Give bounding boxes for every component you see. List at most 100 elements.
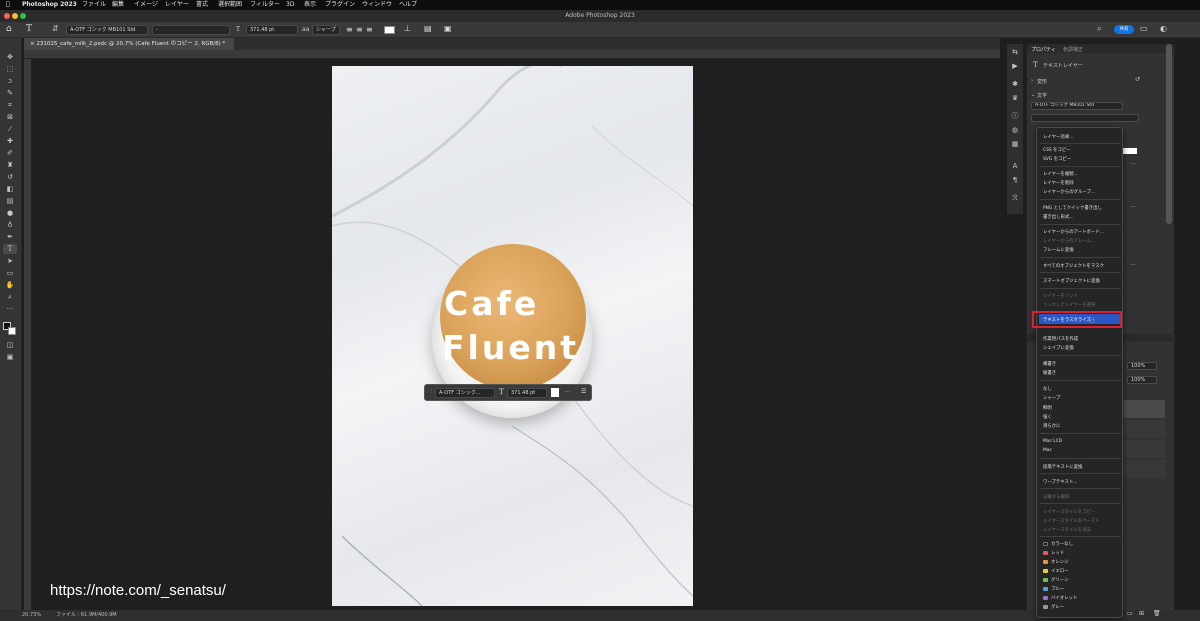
- menu-help[interactable]: ヘルプ: [399, 0, 417, 10]
- menu-select[interactable]: 選択範囲: [218, 0, 242, 10]
- menu-item-color-green[interactable]: グリーン: [1051, 577, 1068, 583]
- home-icon[interactable]: ⌂: [6, 24, 12, 34]
- app-menu[interactable]: Photoshop 2023: [22, 0, 77, 10]
- canvas[interactable]: Cafe Fluent: [332, 66, 693, 606]
- dodge-tool-icon[interactable]: ♁: [3, 220, 17, 230]
- menu-view[interactable]: 表示: [304, 0, 316, 10]
- quick-select-tool-icon[interactable]: ✎: [3, 88, 17, 98]
- paragraph-more-icon[interactable]: ···: [1131, 204, 1136, 210]
- marquee-tool-icon[interactable]: ⬚: [3, 64, 17, 74]
- gradient-tool-icon[interactable]: ▤: [3, 196, 17, 206]
- menu-item-export-as[interactable]: 書き出し形式...: [1043, 214, 1074, 220]
- menu-item-quick-export-png[interactable]: PNG としてクイック書き出し: [1043, 205, 1102, 211]
- quick-mask-icon[interactable]: ◫: [3, 340, 17, 350]
- antialias-select[interactable]: シャープ: [312, 25, 340, 35]
- character-more-icon[interactable]: ···: [1131, 161, 1136, 167]
- orientation-toggle-icon[interactable]: ⇵: [52, 24, 59, 33]
- menu-item-mask-all-objects[interactable]: すべてのオブジェクトをマスク: [1043, 263, 1104, 269]
- user-icon[interactable]: ◐: [1160, 24, 1167, 33]
- stamp-tool-icon[interactable]: ♜: [3, 160, 17, 170]
- layer-fill-field[interactable]: 100%: [1127, 376, 1157, 384]
- menu-item-aa-smooth[interactable]: 滑らかに: [1043, 423, 1061, 429]
- selected-layer-row[interactable]: [1121, 400, 1165, 418]
- search-icon[interactable]: ⌕: [1097, 24, 1101, 34]
- color-panel-icon[interactable]: ◍: [1010, 126, 1020, 135]
- menu-item-color-yellow[interactable]: イエロー: [1051, 568, 1069, 574]
- menu-item-group-from-layers[interactable]: レイヤーからのグループ...: [1043, 189, 1095, 195]
- menu-item-artboard-from-layers[interactable]: レイヤーからのアートボード...: [1043, 229, 1104, 235]
- menu-item-duplicate-layer[interactable]: レイヤーを複製...: [1043, 171, 1078, 177]
- menu-window[interactable]: ウィンドウ: [362, 0, 392, 10]
- menu-image[interactable]: イメージ: [134, 0, 158, 10]
- font-family-select[interactable]: A-OTF ゴシック MB101 Std: [66, 25, 148, 35]
- move-tool-icon[interactable]: ✥: [3, 52, 17, 62]
- menu-item-color-orange[interactable]: オレンジ: [1051, 559, 1069, 565]
- menu-filter[interactable]: フィルター: [250, 0, 280, 10]
- menu-item-convert-paragraph-text[interactable]: 段落テキストに変換: [1043, 464, 1082, 470]
- trash-icon[interactable]: 🗑: [1153, 610, 1161, 617]
- new-layer-icon[interactable]: ⊞: [1139, 610, 1144, 617]
- menu-item-color-violet[interactable]: バイオレット: [1051, 595, 1077, 601]
- hand-tool-icon[interactable]: ✋: [3, 280, 17, 290]
- floatbar-size-field[interactable]: 371.48 pt: [507, 388, 547, 398]
- menu-item-aa-strong[interactable]: 強く: [1043, 414, 1052, 420]
- document-tab[interactable]: × 231025_cafe_milk_2.psdc @ 20.7% (Cafe …: [24, 38, 234, 50]
- menu-item-horizontal[interactable]: 横書き: [1043, 361, 1056, 367]
- character-panel-icon[interactable]: ▤: [424, 24, 432, 33]
- menu-item-color-blue[interactable]: ブルー: [1051, 586, 1064, 592]
- vertical-ruler[interactable]: [24, 59, 32, 610]
- menu-type[interactable]: 書式: [196, 0, 208, 10]
- history-panel-icon[interactable]: ⇆: [1010, 48, 1020, 57]
- paragraph-panel-icon[interactable]: ¶: [1010, 176, 1020, 185]
- path-select-tool-icon[interactable]: ➤: [3, 256, 17, 266]
- apple-icon[interactable]: : [6, 0, 10, 10]
- libraries-panel-icon[interactable]: ♛: [1010, 94, 1020, 103]
- font-size-field[interactable]: 371.48 pt: [246, 25, 298, 35]
- more-tools-icon[interactable]: ···: [3, 304, 17, 314]
- type-tool-icon[interactable]: T: [3, 244, 17, 254]
- info-panel-icon[interactable]: ⓘ: [1010, 112, 1020, 121]
- tab-properties[interactable]: プロパティ: [1031, 46, 1056, 53]
- zoom-tool-icon[interactable]: ⌕: [3, 292, 17, 302]
- menu-item-create-work-path[interactable]: 作業用パスを作成: [1043, 336, 1078, 342]
- font-style-select[interactable]: -: [152, 25, 230, 35]
- eyedropper-tool-icon[interactable]: ⁄: [3, 124, 17, 134]
- tab-adjustments[interactable]: 色調補正: [1063, 46, 1083, 53]
- layer-row[interactable]: [1121, 420, 1165, 438]
- menu-item-layer-effects[interactable]: レイヤー効果...: [1043, 134, 1073, 140]
- layer-row[interactable]: [1121, 460, 1165, 478]
- horizontal-ruler[interactable]: [24, 50, 1000, 59]
- screen-mode-icon[interactable]: ▣: [3, 352, 17, 362]
- properties-color-swatch[interactable]: [1123, 148, 1137, 154]
- warp-text-icon[interactable]: ⊥: [404, 24, 411, 33]
- brush-tool-icon[interactable]: ✐: [3, 148, 17, 158]
- menu-item-warp-text[interactable]: ワープテキスト...: [1043, 479, 1078, 485]
- text-color-swatch[interactable]: [384, 26, 395, 34]
- type-tool-icon[interactable]: T: [26, 24, 32, 34]
- frame-tool-icon[interactable]: ⊠: [3, 112, 17, 122]
- lasso-tool-icon[interactable]: ↄ: [3, 76, 17, 86]
- adjustments-panel-icon[interactable]: ✱: [1010, 80, 1020, 89]
- eraser-tool-icon[interactable]: ◧: [3, 184, 17, 194]
- reset-transform-icon[interactable]: ↺: [1135, 76, 1140, 83]
- zoom-level[interactable]: 20.73%: [22, 610, 41, 621]
- menu-3d[interactable]: 3D: [286, 0, 294, 10]
- actions-panel-icon[interactable]: ▶: [1010, 62, 1020, 71]
- floatbar-settings-icon[interactable]: ☰: [581, 388, 586, 395]
- crop-tool-icon[interactable]: ⌗: [3, 100, 17, 110]
- menu-item-aa-none[interactable]: なし: [1043, 386, 1052, 392]
- align-center-icon[interactable]: ≡: [356, 25, 363, 34]
- menu-file[interactable]: ファイル: [82, 0, 106, 10]
- align-left-icon[interactable]: ≡: [346, 25, 353, 34]
- menu-item-copy-css[interactable]: CSS をコピー: [1043, 147, 1071, 153]
- layer-opacity-field[interactable]: 100%: [1127, 362, 1157, 370]
- healing-tool-icon[interactable]: ✚: [3, 136, 17, 146]
- floatbar-color-swatch[interactable]: [551, 388, 559, 397]
- menu-item-convert-to-shape[interactable]: シェイプに変換: [1043, 345, 1074, 351]
- floatbar-more-button[interactable]: ···: [565, 389, 570, 395]
- menu-item-copy-svg[interactable]: SVG をコピー: [1043, 156, 1071, 162]
- background-color-swatch[interactable]: [8, 327, 16, 335]
- floatbar-font-select[interactable]: A-OTF ゴシック...: [435, 388, 495, 398]
- transform-section-toggle[interactable]: ›: [1031, 78, 1033, 84]
- swatches-panel-icon[interactable]: ▦: [1010, 140, 1020, 149]
